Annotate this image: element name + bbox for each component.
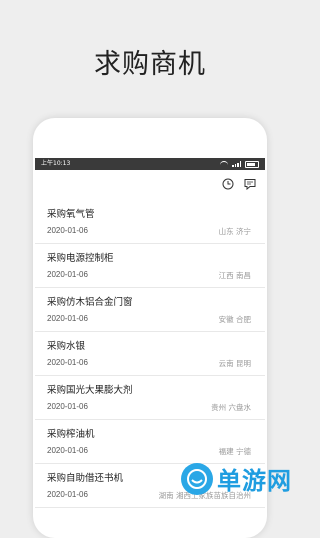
list-item[interactable]: 采购国光大果膨大剂 2020-01-06 贵州 六盘水: [35, 376, 265, 420]
wifi-icon: [220, 161, 228, 167]
item-location: 贵州 六盘水: [211, 403, 251, 412]
item-date: 2020-01-06: [47, 402, 88, 411]
item-title: 采购水银: [47, 341, 86, 352]
item-title: 采购自助借还书机: [47, 473, 124, 484]
item-title: 采购氧气管: [47, 209, 95, 220]
item-location: 云南 昆明: [218, 359, 251, 368]
list-item[interactable]: 采购水银 2020-01-06 云南 昆明: [35, 332, 265, 376]
item-title: 采购电源控制柜: [47, 253, 114, 264]
smile-logo-icon: [181, 462, 213, 495]
signal-icon: [232, 161, 241, 167]
watermark-text: 单游网: [217, 467, 292, 495]
item-location: 福建 宁德: [218, 447, 251, 456]
item-date: 2020-01-06: [47, 446, 88, 455]
list-item[interactable]: 采购仿木铝合金门窗 2020-01-06 安徽 合肥: [35, 288, 265, 332]
message-icon[interactable]: [243, 177, 257, 191]
item-date: 2020-01-06: [47, 226, 88, 235]
list-item[interactable]: 采购榨油机 2020-01-06 福建 宁德: [35, 420, 265, 464]
item-title: 采购榨油机: [47, 429, 95, 440]
hero-title: 求购商机: [94, 49, 206, 80]
item-date: 2020-01-06: [47, 490, 88, 499]
list-item[interactable]: 采购氧气管 2020-01-06 山东 济宁: [35, 200, 265, 244]
item-location: 山东 济宁: [218, 227, 251, 236]
status-time: 上午10:13: [41, 160, 71, 167]
item-location: 江西 南昌: [218, 271, 251, 280]
item-date: 2020-01-06: [47, 314, 88, 323]
clock-icon[interactable]: [221, 177, 235, 191]
item-title: 采购仿木铝合金门窗: [47, 297, 133, 308]
status-icons: [220, 160, 259, 168]
watermark: 单游网: [181, 461, 292, 496]
phone-screen: 上午10:13 采购氧气管 2020-01-06 山东 济宁 采购电源控制柜 2…: [35, 158, 265, 508]
item-date: 2020-01-06: [47, 270, 88, 279]
toolbar: [35, 170, 265, 198]
item-date: 2020-01-06: [47, 358, 88, 367]
list-item[interactable]: 采购电源控制柜 2020-01-06 江西 南昌: [35, 244, 265, 288]
item-location: 安徽 合肥: [218, 315, 251, 324]
status-bar: 上午10:13: [35, 158, 265, 170]
item-title: 采购国光大果膨大剂: [47, 385, 133, 396]
battery-icon: [245, 160, 259, 168]
